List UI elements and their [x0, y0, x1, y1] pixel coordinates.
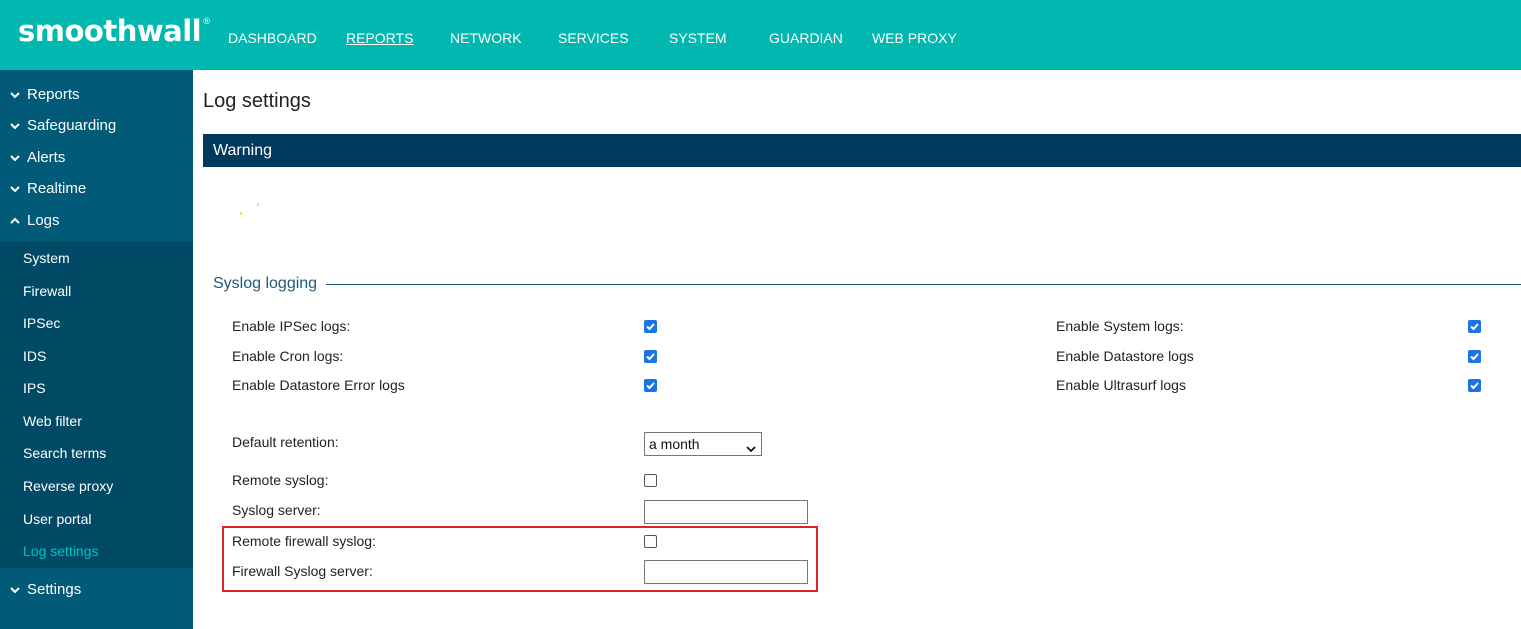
nav-dashboard[interactable]: DASHBOARD — [228, 30, 317, 46]
sidebar-group-label: Logs — [27, 212, 60, 229]
sidebar-group-label: Alerts — [27, 149, 66, 166]
sidebar-group-label: Safeguarding — [27, 117, 117, 134]
label-remote-firewall-syslog: Remote firewall syslog: — [232, 533, 376, 549]
label-remote-syslog: Remote syslog: — [232, 472, 329, 488]
firewall-syslog-server-input[interactable] — [644, 560, 808, 584]
decorative-speck — [240, 212, 242, 215]
label-enable-datastore-error-logs: Enable Datastore Error logs — [232, 377, 405, 393]
label-enable-system-logs: Enable System logs: — [1056, 318, 1184, 334]
sidebar-group-settings[interactable]: Settings — [10, 581, 81, 598]
sidebar-item-ips[interactable]: IPS — [23, 380, 46, 396]
logs-submenu: System Firewall IPSec IDS IPS Web filter… — [0, 242, 193, 568]
page-title: Log settings — [203, 90, 311, 112]
sidebar-item-ipsec[interactable]: IPSec — [23, 315, 60, 331]
checkbox-enable-system-logs[interactable] — [1468, 320, 1481, 333]
nav-web-proxy[interactable]: WEB PROXY — [872, 30, 957, 46]
sidebar: Reports Safeguarding Alerts Realtime Log… — [0, 70, 193, 629]
chevron-down-icon — [10, 586, 22, 594]
sidebar-group-logs[interactable]: Logs — [10, 212, 60, 229]
nav-reports[interactable]: REPORTS — [346, 30, 413, 46]
nav-guardian[interactable]: GUARDIAN — [769, 30, 843, 46]
sidebar-item-system[interactable]: System — [23, 250, 70, 266]
section-legend-syslog: Syslog logging — [213, 275, 318, 292]
top-bar: smoothwall® DASHBOARD REPORTS NETWORK SE… — [0, 0, 1521, 70]
label-enable-ultrasurf-logs: Enable Ultrasurf logs — [1056, 377, 1186, 393]
chevron-up-icon — [10, 217, 22, 225]
label-syslog-server: Syslog server: — [232, 502, 321, 518]
nav-network[interactable]: NETWORK — [450, 30, 522, 46]
nav-system[interactable]: SYSTEM — [669, 30, 727, 46]
warning-title: Warning — [213, 142, 272, 159]
decorative-speck — [257, 203, 259, 206]
label-enable-cron-logs: Enable Cron logs: — [232, 348, 344, 364]
warning-bar: Warning — [203, 134, 1521, 167]
sidebar-group-safeguarding[interactable]: Safeguarding — [10, 117, 116, 134]
checkbox-enable-datastore-logs[interactable] — [1468, 350, 1481, 363]
checkbox-enable-cron-logs[interactable] — [644, 350, 657, 363]
checkbox-enable-ipsec-logs[interactable] — [644, 320, 657, 333]
sidebar-group-label: Settings — [27, 581, 82, 598]
sidebar-item-log-settings[interactable]: Log settings — [23, 543, 99, 559]
sidebar-group-label: Realtime — [27, 180, 87, 197]
syslog-server-input[interactable] — [644, 500, 808, 524]
label-default-retention: Default retention: — [232, 434, 339, 450]
chevron-down-icon — [10, 122, 22, 130]
retention-select[interactable]: a month — [644, 432, 762, 456]
nav-services[interactable]: SERVICES — [558, 30, 629, 46]
sidebar-group-label: Reports — [27, 86, 80, 103]
sidebar-group-reports[interactable]: Reports — [10, 86, 80, 103]
chevron-down-icon — [746, 440, 756, 456]
sidebar-group-alerts[interactable]: Alerts — [10, 149, 65, 166]
retention-select-value: a month — [649, 436, 700, 452]
sidebar-group-realtime[interactable]: Realtime — [10, 180, 86, 197]
checkbox-enable-datastore-error-logs[interactable] — [644, 379, 657, 392]
chevron-down-icon — [10, 185, 22, 193]
label-enable-ipsec-logs: Enable IPSec logs: — [232, 318, 351, 334]
brand-logo[interactable]: smoothwall® — [18, 14, 211, 48]
checkbox-remote-syslog[interactable] — [644, 474, 657, 487]
checkbox-enable-ultrasurf-logs[interactable] — [1468, 379, 1481, 392]
sidebar-item-web-filter[interactable]: Web filter — [23, 413, 82, 429]
chevron-down-icon — [10, 154, 22, 162]
checkbox-remote-firewall-syslog[interactable] — [644, 535, 657, 548]
sidebar-item-user-portal[interactable]: User portal — [23, 511, 91, 527]
label-enable-datastore-logs: Enable Datastore logs — [1056, 348, 1194, 364]
sidebar-item-ids[interactable]: IDS — [23, 348, 46, 364]
sidebar-item-firewall[interactable]: Firewall — [23, 283, 71, 299]
sidebar-item-search-terms[interactable]: Search terms — [23, 445, 106, 461]
sidebar-item-reverse-proxy[interactable]: Reverse proxy — [23, 478, 113, 494]
chevron-down-icon — [10, 91, 22, 99]
section-divider — [326, 284, 1521, 285]
label-firewall-syslog-server: Firewall Syslog server: — [232, 563, 373, 579]
